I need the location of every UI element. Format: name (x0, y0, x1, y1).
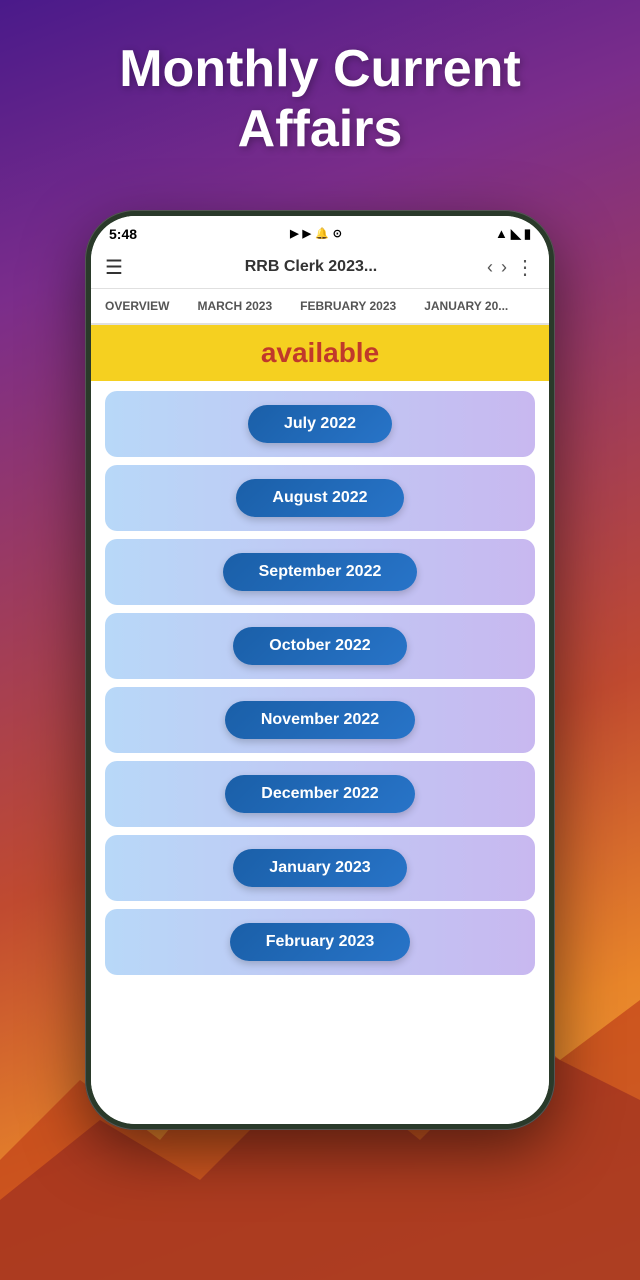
page-title: Monthly Current Affairs (0, 0, 640, 180)
month-button-july-2022[interactable]: July 2022 (248, 405, 392, 443)
month-row-december-2022[interactable]: December 2022 (105, 761, 535, 827)
phone-frame: 5:48 ▶ ▶ 🔔 ⊙ ▲ ◣ ▮ ☰ RRB Clerk 2023... (85, 210, 555, 1130)
hamburger-menu-icon[interactable]: ☰ (105, 255, 123, 280)
signal-icons: ▲ ◣ ▮ (495, 226, 531, 242)
forward-arrow-icon[interactable]: › (501, 257, 507, 278)
month-row-february-2023[interactable]: February 2023 (105, 909, 535, 975)
available-banner: available (91, 325, 549, 381)
bell-icon: 🔔 (315, 227, 329, 240)
phone-mockup: 5:48 ▶ ▶ 🔔 ⊙ ▲ ◣ ▮ ☰ RRB Clerk 2023... (85, 210, 555, 1130)
back-arrow-icon[interactable]: ‹ (487, 257, 493, 278)
signal-icon: ◣ (511, 226, 521, 242)
month-row-september-2022[interactable]: September 2022 (105, 539, 535, 605)
month-button-september-2022[interactable]: September 2022 (223, 553, 418, 591)
wifi-icon: ▲ (495, 226, 508, 241)
month-button-october-2022[interactable]: October 2022 (233, 627, 406, 665)
play2-icon: ▶ (303, 227, 311, 240)
month-button-february-2023[interactable]: February 2023 (230, 923, 411, 961)
month-row-july-2022[interactable]: July 2022 (105, 391, 535, 457)
more-options-icon[interactable]: ⋮ (515, 255, 535, 280)
tab-overview[interactable]: OVERVIEW (91, 289, 183, 325)
tab-february-2023[interactable]: FEBRUARY 2023 (286, 289, 410, 325)
month-button-august-2022[interactable]: August 2022 (236, 479, 403, 517)
phone-screen: 5:48 ▶ ▶ 🔔 ⊙ ▲ ◣ ▮ ☰ RRB Clerk 2023... (91, 216, 549, 1124)
month-row-november-2022[interactable]: November 2022 (105, 687, 535, 753)
header-navigation: ‹ › ⋮ (487, 255, 535, 280)
circle-icon: ⊙ (333, 227, 342, 240)
app-header: ☰ RRB Clerk 2023... ‹ › ⋮ (91, 247, 549, 289)
month-row-october-2022[interactable]: October 2022 (105, 613, 535, 679)
battery-icon: ▮ (524, 226, 531, 242)
tab-march-2023[interactable]: MARCH 2023 (183, 289, 286, 325)
app-header-title: RRB Clerk 2023... (135, 258, 487, 276)
content-area[interactable]: July 2022 August 2022 September 2022 Oct… (91, 381, 549, 1124)
month-row-august-2022[interactable]: August 2022 (105, 465, 535, 531)
month-row-january-2023[interactable]: January 2023 (105, 835, 535, 901)
status-bar: 5:48 ▶ ▶ 🔔 ⊙ ▲ ◣ ▮ (91, 216, 549, 247)
tab-january-2023[interactable]: JANUARY 20... (410, 289, 522, 325)
month-button-december-2022[interactable]: December 2022 (225, 775, 414, 813)
tab-bar: OVERVIEW MARCH 2023 FEBRUARY 2023 JANUAR… (91, 289, 549, 325)
play-icon: ▶ (290, 227, 298, 240)
month-button-november-2022[interactable]: November 2022 (225, 701, 415, 739)
month-button-january-2023[interactable]: January 2023 (233, 849, 406, 887)
status-icons: ▶ ▶ 🔔 ⊙ (290, 227, 342, 240)
status-time: 5:48 (109, 226, 137, 242)
